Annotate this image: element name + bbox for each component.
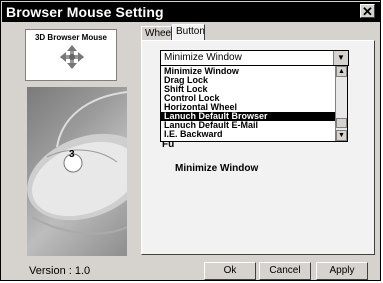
logo-label: 3D Browser Mouse	[34, 33, 108, 42]
function-value: Minimize Window	[175, 163, 259, 174]
scroll-up-icon[interactable]: ▲	[336, 66, 347, 77]
dropdown-scrollbar[interactable]: ▲ ▼	[335, 66, 347, 141]
close-button[interactable]: ✕	[360, 4, 375, 18]
function-select-value: Minimize Window	[164, 52, 242, 63]
four-way-arrows-icon	[60, 45, 84, 69]
dropdown-option[interactable]: I.E. Backward	[161, 130, 336, 139]
scroll-thumb[interactable]	[336, 118, 347, 128]
browser-mouse-setting-dialog: Browser Mouse Setting ✕ 3D Browser Mouse	[0, 0, 381, 281]
close-icon: ✕	[362, 4, 373, 19]
ok-button[interactable]: Ok	[204, 262, 256, 280]
window-title: Browser Mouse Setting	[6, 4, 164, 20]
cancel-button[interactable]: Cancel	[259, 262, 311, 280]
chevron-down-icon[interactable]: ▼	[333, 51, 348, 65]
mouse-photo: 3	[27, 87, 127, 256]
function-select[interactable]: Minimize Window ▼	[160, 50, 349, 66]
tab-button[interactable]: Button	[172, 24, 205, 41]
button-number-badge: 3	[69, 149, 75, 160]
scroll-down-icon[interactable]: ▼	[336, 130, 347, 141]
apply-button[interactable]: Apply	[316, 262, 368, 280]
mouse-illustration	[27, 91, 127, 235]
function-dropdown-list: Minimize Window Drag Lock Shift Lock Con…	[160, 65, 348, 142]
tab-wheel[interactable]: Wheel	[141, 26, 173, 40]
logo-box: 3D Browser Mouse	[25, 29, 117, 81]
title-bar: Browser Mouse Setting ✕	[2, 2, 381, 22]
version-label: Version : 1.0	[29, 265, 91, 277]
